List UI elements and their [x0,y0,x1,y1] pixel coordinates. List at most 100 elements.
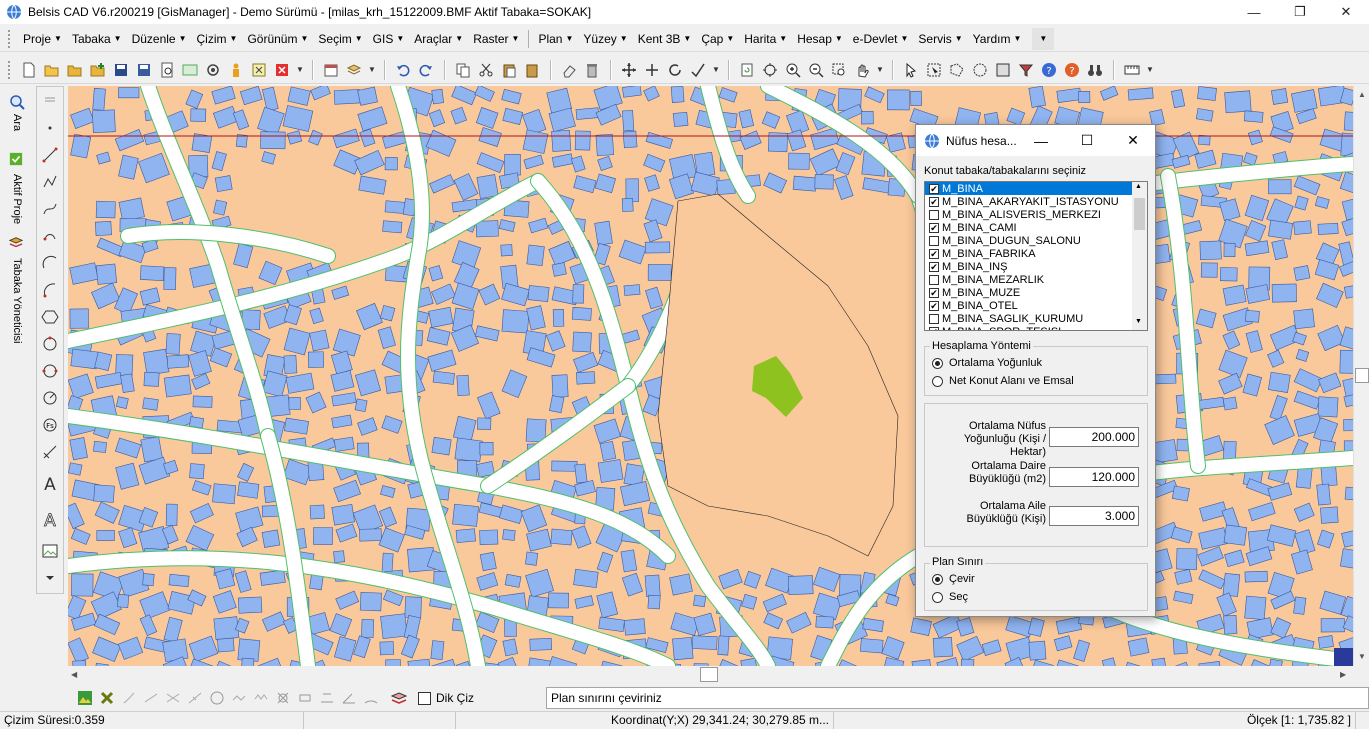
layer-list-scrollbar[interactable]: ▲ ▼ [1132,182,1147,330]
menu-raster[interactable]: Raster ▼ [468,28,524,50]
polygon-tool[interactable] [37,303,63,330]
plan-radio-cevir[interactable]: Çevir [932,573,975,585]
delete-button[interactable] [581,59,603,81]
layer-list-item[interactable]: ✔ M_BINA_OTEL [925,299,1147,312]
menu-cap[interactable]: Çap ▼ [696,28,739,50]
plan-radio-sec[interactable]: Seç [932,591,968,603]
circle2p-tool[interactable] [37,357,63,384]
text-outline-tool[interactable]: A [37,501,63,537]
select-circle-button[interactable] [969,59,991,81]
layer-list-item[interactable]: M_BINA_SAGLIK_KURUMU [925,312,1147,325]
copy-move-button[interactable] [641,59,663,81]
aile-input[interactable] [1049,506,1139,526]
minimize-button[interactable]: — [1231,0,1277,24]
scroll-left-icon[interactable]: ◀ [71,670,77,679]
menu-tabaka[interactable]: Tabaka ▼ [67,28,127,50]
dialog-close-button[interactable]: ✕ [1110,125,1156,156]
toolbar-dropdown[interactable]: ▼ [366,65,378,74]
menu-kent3b[interactable]: Kent 3B ▼ [633,28,697,50]
toolbar-dropdown[interactable]: ▼ [294,65,306,74]
open-recent-button[interactable] [64,59,86,81]
copy-button[interactable] [452,59,474,81]
zoom-window-button[interactable] [828,59,850,81]
circle-tool[interactable] [37,330,63,357]
layer-checkbox[interactable]: ✔ [929,222,939,233]
daire-input[interactable] [1049,467,1139,487]
snap-vertex-button[interactable] [294,687,316,709]
layer-checkbox[interactable]: ✔ [929,326,939,330]
layers-button[interactable] [343,59,365,81]
arc-tool[interactable] [37,249,63,276]
select-button[interactable] [900,59,922,81]
tab-aktif-proje[interactable]: Aktif Proje [6,174,28,224]
image-tool[interactable] [37,537,63,564]
zoom-in-button[interactable] [782,59,804,81]
layer-list-item[interactable]: ✔M_BINA_SPOR_TESISI [925,325,1147,330]
snap-button[interactable] [96,687,118,709]
layer-list-item[interactable]: ✔ M_BINA [925,182,1147,195]
snap-intersect-button[interactable] [162,687,184,709]
menu-araclar[interactable]: Araçlar ▼ [409,28,468,50]
open-button[interactable] [41,59,63,81]
text-tool[interactable]: A [37,465,63,501]
menu-yardim[interactable]: Yardım ▼ [968,28,1027,50]
vertical-scroll-thumb[interactable] [1355,368,1369,383]
dialog-minimize-button[interactable]: — [1018,125,1064,156]
circle-radius-tool[interactable] [37,384,63,411]
scroll-down-icon[interactable]: ▼ [1358,652,1366,661]
toolbar-grip[interactable] [37,87,63,114]
project-info-button[interactable] [320,59,342,81]
pan-button[interactable] [851,59,873,81]
arc3p-tool[interactable] [37,276,63,303]
yogunluk-input[interactable] [1049,427,1139,447]
method-radio-net[interactable]: Net Konut Alanı ve Emsal [932,375,1074,387]
spline-tool[interactable] [37,195,63,222]
layer-checkbox[interactable]: ✔ [929,261,939,272]
menu-overflow-button[interactable]: ▼ [1032,27,1055,50]
dialog-maximize-button[interactable]: ☐ [1064,125,1110,156]
menu-proje[interactable]: Proje ▼ [18,28,67,50]
layer-checkbox[interactable] [929,313,939,324]
toolbar-grip[interactable] [8,60,12,79]
snap-all-button[interactable] [272,687,294,709]
move-button[interactable] [618,59,640,81]
point-tool[interactable] [37,114,63,141]
menu-grip[interactable] [8,29,12,48]
scroll-up-icon[interactable]: ▲ [1135,183,1142,190]
save-as-button[interactable] [133,59,155,81]
line-tool[interactable] [37,141,63,168]
layer-list-item[interactable]: ✔ M_BINA_CAMI [925,221,1147,234]
zoom-out-button[interactable] [805,59,827,81]
snap-center-button[interactable] [206,687,228,709]
snap-grid-button[interactable] [316,687,338,709]
draw-toolbar-dropdown[interactable] [37,564,63,591]
undo-button[interactable] [392,59,414,81]
vertical-scrollbar[interactable]: ▲ ▼ [1353,86,1369,666]
cut-button[interactable] [475,59,497,81]
layer-checkbox[interactable]: ✔ [929,183,939,194]
import-button[interactable] [87,59,109,81]
map-mode-button[interactable] [74,687,96,709]
layer-list-item[interactable]: ✔ M_BINA_FABRIKA [925,247,1147,260]
snap-perp-button[interactable] [184,687,206,709]
select-filter-button[interactable] [1015,59,1037,81]
redo-button[interactable] [415,59,437,81]
menu-hesap[interactable]: Hesap ▼ [792,28,848,50]
menu-servis[interactable]: Servis ▼ [913,28,967,50]
menu-gis[interactable]: GIS ▼ [368,28,410,50]
layer-checkbox[interactable]: ✔ [929,300,939,311]
binoculars-button[interactable] [1084,59,1106,81]
polyline-tool[interactable] [37,168,63,195]
dik-ciz-checkbox[interactable] [418,691,431,705]
tab-ara[interactable]: Ara [6,114,28,131]
layer-checkbox[interactable]: ✔ [929,196,939,207]
toolbar-dropdown[interactable]: ▼ [1144,65,1156,74]
layer-listbox[interactable]: ✔ M_BINA ✔ M_BINA_AKARYAKIT_ISTASYONU M_BINA… [924,181,1148,331]
select-all-button[interactable] [992,59,1014,81]
select-polygon-button[interactable] [946,59,968,81]
new-file-button[interactable] [18,59,40,81]
measure-button[interactable] [1121,59,1143,81]
rotate-button[interactable] [664,59,686,81]
toolbar-dropdown[interactable]: ▼ [710,65,722,74]
restore-button[interactable]: ❐ [1277,0,1323,24]
